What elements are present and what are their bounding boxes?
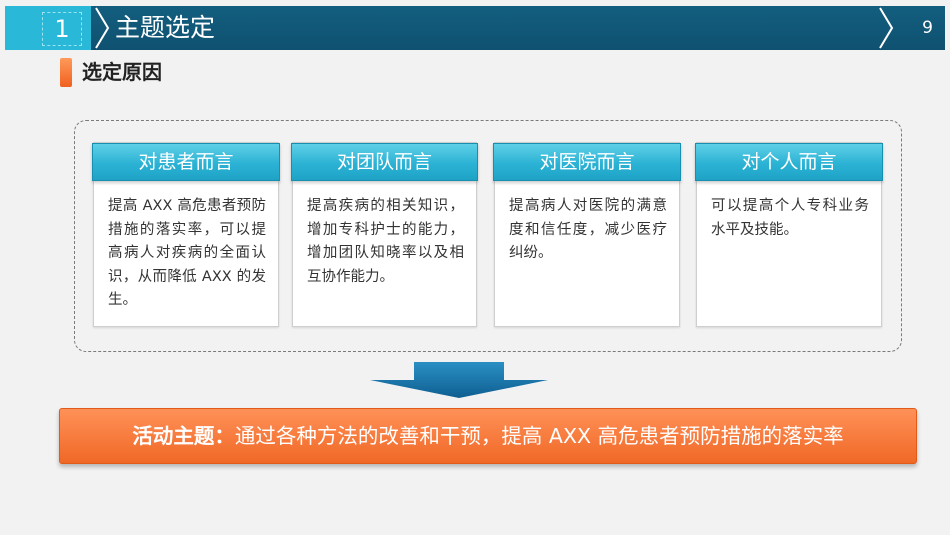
section-marker — [60, 58, 72, 87]
activity-theme-banner: 活动主题：通过各种方法的改善和干预，提高 AXX 高危患者预防措施的落实率 — [59, 408, 917, 464]
chevron-right-icon — [879, 7, 894, 49]
page-title: 主题选定 — [115, 13, 216, 42]
section-heading: 选定原因 — [82, 60, 162, 84]
activity-theme-text: 通过各种方法的改善和干预，提高 AXX 高危患者预防措施的落实率 — [234, 424, 844, 448]
section-number: 1 — [42, 12, 82, 46]
arrow-down-icon — [370, 362, 548, 398]
activity-theme-label: 活动主题： — [132, 424, 235, 448]
reason-card-patient: 对患者而言 提高 AXX 高危患者预防措施的落实率，可以提高病人对疾病的全面认识… — [92, 142, 280, 327]
reason-card-personal: 对个人而言 可以提高个人专科业务水平及技能。 — [695, 142, 883, 327]
reason-card-text: 可以提高个人专科业务水平及技能。 — [711, 198, 869, 238]
reason-card-title: 对团队而言 — [291, 143, 478, 181]
reason-card-team: 对团队而言 提高疾病的相关知识，增加专科护士的能力，增加团队知晓率以及相互协作能… — [291, 142, 478, 327]
reason-card-text: 提高病人对医院的满意度和信任度，减少医疗纠纷。 — [509, 198, 667, 261]
reason-card-text: 提高疾病的相关知识，增加专科护士的能力，增加团队知晓率以及相互协作能力。 — [307, 198, 464, 285]
reason-card-hospital: 对医院而言 提高病人对医院的满意度和信任度，减少医疗纠纷。 — [493, 142, 681, 327]
reason-card-title: 对患者而言 — [92, 143, 280, 181]
reason-card-text: 提高 AXX 高危患者预防措施的落实率，可以提高病人对疾病的全面认识，从而降低 … — [108, 198, 266, 308]
section-number-box: 1 — [5, 6, 91, 50]
chevron-right-icon — [95, 7, 110, 49]
page-number: 9 — [922, 18, 933, 38]
header-bar: 1 主题选定 9 — [5, 6, 945, 50]
reason-card-title: 对医院而言 — [493, 143, 681, 181]
reason-card-title: 对个人而言 — [695, 143, 883, 181]
